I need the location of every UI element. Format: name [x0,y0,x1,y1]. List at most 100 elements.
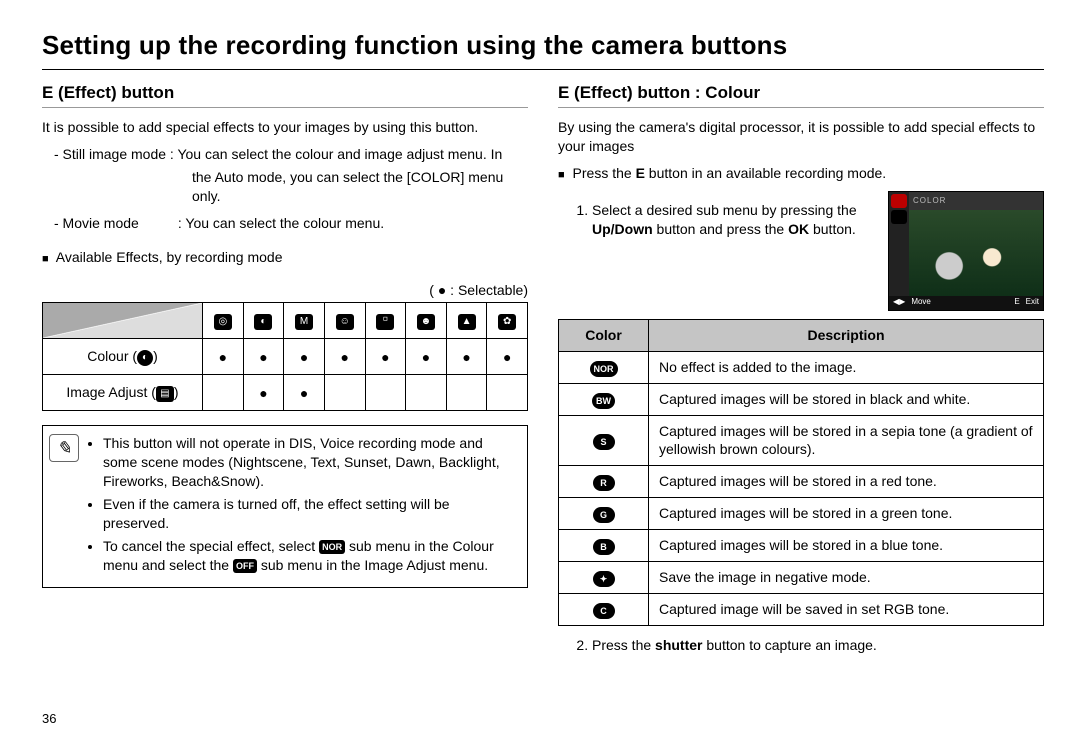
note-body: This button will not operate in DIS, Voi… [85,434,517,578]
cell: ● [203,339,244,375]
portrait-icon: ☺ [336,314,354,330]
step1-e: button. [809,221,856,237]
cell [365,375,406,411]
color-pill-icon: BW [592,393,615,409]
color-desc-cell: Captured images will be stored in a gree… [649,498,1044,530]
color-icon-cell: BW [559,383,649,415]
cell [324,375,365,411]
note-item-1: This button will not operate in DIS, Voi… [103,434,517,491]
note-box: ✎ This button will not operate in DIS, V… [42,425,528,587]
cell: ● [324,339,365,375]
mode-still-line-b: the Auto mode, you can select the [COLOR… [42,168,528,187]
page-title: Setting up the recording function using … [42,28,1044,63]
cell [487,375,528,411]
mode-movie-line: - Movie mode : You can select the colour… [42,214,528,233]
color-icon-cell: B [559,530,649,562]
mode-col-1: ◎ [203,303,244,339]
step2-c: button to capture an image. [702,637,876,653]
image-adjust-chip-icon: ▤ [156,386,174,402]
press-e-bold: E [636,165,645,181]
movie-icon: ⸋ [376,314,394,330]
cell: ● [284,339,325,375]
color-desc-cell: Captured images will be stored in black … [649,383,1044,415]
th-desc: Description [649,319,1044,351]
left-intro: It is possible to add special effects to… [42,118,528,137]
nor-chip-icon: NOR [319,540,345,554]
press-e-c: button in an available recording mode. [645,165,886,181]
table-row: Image Adjust (▤) ● ● [43,375,528,411]
note-item-3: To cancel the special effect, select NOR… [103,537,517,575]
color-pill-icon: NOR [590,361,618,377]
mode-movie-text: : You can select the colour menu. [178,215,384,231]
mode-col-5: ⸋ [365,303,406,339]
lcd-e-icon: E [1014,297,1019,308]
square-bullet-icon: ■ [558,168,565,183]
title-rule [42,69,1044,70]
color-icon-cell: ✦ [559,562,649,594]
avail-heading: Available Effects, by recording mode [56,249,283,265]
square-bullet-icon: ■ [42,252,49,267]
table-row: GCaptured images will be stored in a gre… [559,498,1044,530]
color-icon-cell: G [559,498,649,530]
table-corner [43,303,203,339]
manual-icon: M [295,314,313,330]
mode-col-3: M [284,303,325,339]
lcd-sidebar [889,192,909,296]
table-row: SCaptured images will be stored in a sep… [559,415,1044,466]
row-image-adjust-suffix: ) [174,384,179,400]
landscape-icon: ▲ [458,314,476,330]
page-number: 36 [42,710,56,728]
camera-lcd-screenshot: COLOR ◀▶ Move E Exit [888,191,1044,311]
color-icon-cell: R [559,466,649,498]
cell [406,375,447,411]
cell: ● [365,339,406,375]
lcd-top-label: COLOR [909,192,1043,210]
cell: ● [284,375,325,411]
color-pill-icon: S [593,434,615,450]
color-icon-cell: NOR [559,351,649,383]
lcd-exit: Exit [1026,297,1039,308]
table-row: CCaptured image will be saved in set RGB… [559,594,1044,626]
row-colour-suffix: ) [153,348,158,364]
table-row: NOR No effect is added to the image. [559,351,1044,383]
row-image-adjust-text: Image Adjust ( [66,384,156,400]
color-desc-cell: No effect is added to the image. [649,351,1044,383]
left-heading: E (Effect) button [42,82,528,105]
legend: ( ● : Selectable) [42,281,528,300]
right-intro: By using the camera's digital processor,… [558,118,1044,156]
right-column: E (Effect) button : Colour By using the … [558,82,1044,661]
note3-a: To cancel the special effect, select [103,538,319,554]
step2-a: Press the [592,637,655,653]
cell: ● [406,339,447,375]
mode-still-line-c: only. [42,187,528,206]
color-pill-icon: ✦ [593,571,615,587]
off-chip-icon: OFF [233,559,257,573]
right-subrule [558,107,1044,108]
child-icon: ☻ [417,314,435,330]
step1-b: Up/Down [592,221,653,237]
note-item-2: Even if the camera is turned off, the ef… [103,495,517,533]
row-colour-label: Colour (◐) [43,339,203,375]
table-row: Colour (◐) ● ● ● ● ● ● ● ● [43,339,528,375]
note-icon: ✎ [49,434,79,462]
mode-still-line: - Still image mode : You can select the … [42,145,528,164]
th-color: Color [559,319,649,351]
effects-table: ◎ ◐ M ☺ ⸋ ☻ ▲ ✿ Colour (◐) ● ● ● ● ● ● ● [42,302,528,411]
mode-still-text-a: You can select the colour and image adju… [177,146,502,162]
lcd-icon [891,210,907,224]
step2-b: shutter [655,637,702,653]
press-e-a: Press the [573,165,636,181]
color-icon-cell: S [559,415,649,466]
cell [446,375,487,411]
table-row: BW Captured images will be stored in blac… [559,383,1044,415]
cell [203,375,244,411]
avail-heading-line: ■ Available Effects, by recording mode [42,248,528,267]
color-desc-cell: Save the image in negative mode. [649,562,1044,594]
mode-col-8: ✿ [487,303,528,339]
mode-col-2: ◐ [243,303,284,339]
mode-col-4: ☺ [324,303,365,339]
color-icon-cell: C [559,594,649,626]
color-desc-cell: Captured images will be stored in a red … [649,466,1044,498]
step1-a: Select a desired sub menu by pressing th… [592,202,857,218]
lcd-move: Move [911,297,931,308]
